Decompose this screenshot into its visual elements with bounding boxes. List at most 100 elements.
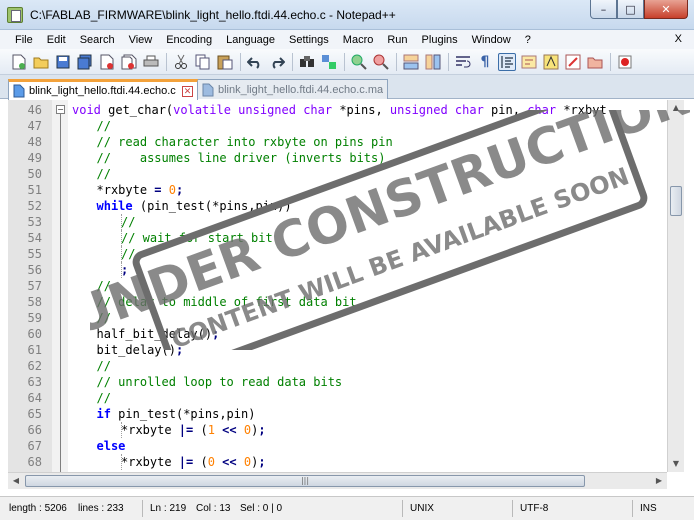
code-line[interactable]: 57 // — [8, 278, 667, 294]
find-icon[interactable] — [298, 53, 316, 71]
menu-macro[interactable]: Macro — [336, 34, 381, 46]
folder-icon[interactable] — [586, 53, 604, 71]
scroll-down-arrow-icon[interactable]: ▼ — [668, 456, 684, 472]
code-line[interactable]: 65 if pin_test(*pins,pin) — [8, 406, 667, 422]
code-text: // — [97, 166, 111, 182]
code-line[interactable]: 58 // delay to middle of first data bit — [8, 294, 667, 310]
minimize-button[interactable]: – — [590, 0, 617, 19]
tab-blink-light-hello-c[interactable]: blink_light_hello.ftdi.44.echo.c ✕ — [8, 79, 198, 100]
zoom-out-icon[interactable] — [372, 53, 390, 71]
scroll-up-arrow-icon[interactable]: ▲ — [668, 100, 684, 116]
paste-icon[interactable] — [216, 53, 234, 71]
code-token: *rxbyte — [121, 423, 179, 437]
menu-language[interactable]: Language — [219, 34, 282, 46]
replace-icon[interactable] — [320, 53, 338, 71]
code-line[interactable]: 66 *rxbyte |= (1 << 0); — [8, 422, 667, 438]
vertical-scroll-thumb[interactable] — [670, 186, 682, 216]
code-line[interactable]: 49 // assumes line driver (inverts bits) — [8, 150, 667, 166]
status-line-number: Ln : 219 — [150, 503, 187, 514]
code-token: ; — [258, 455, 266, 469]
tab-blink-light-hello-c-make[interactable]: blink_light_hello.ftdi.44.echo.c.make — [197, 79, 388, 99]
copy-icon[interactable] — [194, 53, 212, 71]
scroll-right-arrow-icon[interactable]: ▶ — [651, 473, 667, 489]
code-token: // — [96, 279, 111, 293]
zoom-in-icon[interactable] — [350, 53, 368, 71]
word-wrap-icon[interactable] — [454, 53, 472, 71]
code-editor[interactable]: − 46 void get_char(volatile unsigned char… — [8, 100, 667, 472]
menu-window[interactable]: Window — [465, 34, 518, 46]
code-line[interactable]: 48 // read character into rxbyte on pins … — [8, 134, 667, 150]
code-line[interactable]: 53 // — [8, 214, 667, 230]
code-line[interactable]: 56; — [8, 262, 667, 278]
menu-encoding[interactable]: Encoding — [159, 34, 219, 46]
print-icon[interactable] — [142, 53, 160, 71]
user-language-icon[interactable] — [520, 53, 538, 71]
menu-settings[interactable]: Settings — [282, 34, 336, 46]
code-line[interactable]: 68 *rxbyte |= (0 << 0); — [8, 454, 667, 470]
code-line[interactable]: 67 else — [8, 438, 667, 454]
code-line[interactable]: 54 // wait for start bit — [8, 230, 667, 246]
code-token: 0 — [243, 423, 252, 437]
code-line[interactable]: 47 // — [8, 118, 667, 134]
line-number: 58 — [27, 295, 42, 309]
code-line[interactable]: 59 // — [8, 310, 667, 326]
code-line[interactable]: 55 // — [8, 246, 667, 262]
code-token: ; — [121, 263, 129, 277]
doc-map-icon[interactable] — [542, 53, 560, 71]
toolbar-separator — [166, 52, 167, 71]
menu-file[interactable]: File — [8, 34, 40, 46]
undo-icon[interactable] — [246, 53, 264, 71]
code-token: // — [96, 359, 111, 373]
code-text: half_bit_delay(); — [97, 326, 220, 342]
line-number: 46 — [27, 103, 42, 117]
line-number: 55 — [27, 247, 42, 261]
horizontal-scroll-thumb[interactable]: ||| — [25, 475, 585, 487]
record-macro-icon[interactable] — [616, 53, 634, 71]
open-file-icon[interactable] — [32, 53, 50, 71]
horizontal-scrollbar[interactable]: ◀ ||| ▶ — [8, 472, 667, 489]
code-line[interactable]: 51 *rxbyte = 0; — [8, 182, 667, 198]
scroll-left-arrow-icon[interactable]: ◀ — [8, 473, 24, 489]
close-window-button[interactable]: ✕ — [644, 0, 688, 19]
sync-horizontal-icon[interactable] — [424, 53, 442, 71]
close-all-icon[interactable] — [120, 53, 138, 71]
indent-guide-icon[interactable] — [498, 52, 516, 71]
line-number: 59 — [27, 311, 42, 325]
cut-icon[interactable] — [172, 53, 190, 71]
sync-vertical-icon[interactable] — [402, 53, 420, 71]
code-line[interactable]: 60 half_bit_delay(); — [8, 326, 667, 342]
code-line[interactable]: 61 bit_delay(); — [8, 342, 667, 358]
vertical-scrollbar[interactable]: ▲ ▼ — [667, 100, 684, 472]
show-all-characters-icon[interactable]: ¶ — [476, 53, 494, 71]
menu-search[interactable]: Search — [73, 34, 122, 46]
status-insert-mode[interactable]: INS — [640, 503, 657, 514]
function-list-icon[interactable] — [564, 53, 582, 71]
save-icon[interactable] — [54, 53, 72, 71]
menu-run[interactable]: Run — [380, 34, 414, 46]
new-file-icon[interactable] — [10, 53, 28, 71]
tab-bar: blink_light_hello.ftdi.44.echo.c ✕ blink… — [0, 75, 694, 100]
notepad-plus-plus-app-icon[interactable] — [7, 7, 23, 23]
redo-icon[interactable] — [268, 53, 286, 71]
code-token: if — [96, 407, 111, 421]
status-encoding[interactable]: UTF-8 — [520, 503, 548, 514]
close-document-menu-button[interactable]: X — [675, 33, 682, 45]
maximize-button[interactable]: □ — [617, 0, 644, 19]
code-line[interactable]: 64 // — [8, 390, 667, 406]
code-token: // — [121, 215, 136, 229]
code-line[interactable]: 62 // — [8, 358, 667, 374]
status-lines: lines : 233 — [78, 503, 124, 514]
close-tab-icon[interactable]: ✕ — [182, 85, 193, 97]
status-eol-format[interactable]: UNIX — [410, 503, 434, 514]
line-number: 54 — [27, 231, 42, 245]
menu-edit[interactable]: Edit — [40, 34, 73, 46]
menu-view[interactable]: View — [122, 34, 160, 46]
menu-help[interactable]: ? — [518, 34, 538, 46]
save-all-icon[interactable] — [76, 53, 94, 71]
code-line[interactable]: 50 // — [8, 166, 667, 182]
code-line[interactable]: 46 void get_char(volatile unsigned char *… — [8, 102, 667, 118]
menu-plugins[interactable]: Plugins — [415, 34, 465, 46]
close-icon[interactable] — [98, 53, 116, 71]
code-line[interactable]: 63 // unrolled loop to read data bits — [8, 374, 667, 390]
code-line[interactable]: 52 while (pin_test(*pins,pin)) — [8, 198, 667, 214]
